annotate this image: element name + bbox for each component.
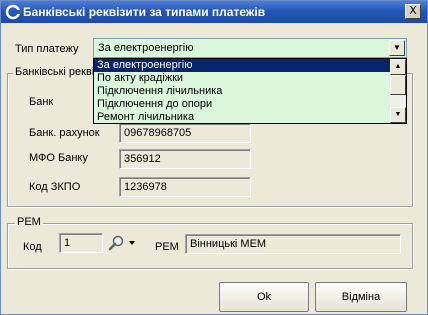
code-input[interactable]: 1 bbox=[59, 233, 103, 253]
chevron-down-icon[interactable] bbox=[128, 240, 136, 246]
window-title: Банківські реквізити за типами платежів bbox=[23, 5, 266, 19]
close-icon: X bbox=[409, 4, 417, 17]
mfo-label: МФО Банку bbox=[29, 152, 88, 164]
rem-name-field: Вінницькі МЕМ bbox=[185, 234, 401, 254]
rem-group-title: РЕМ bbox=[15, 216, 43, 228]
title-bar[interactable]: Банківські реквізити за типами платежів … bbox=[1, 1, 427, 23]
combo-dropdown-button[interactable]: ▼ bbox=[389, 40, 405, 56]
ok-button[interactable]: Ok bbox=[219, 282, 309, 312]
dropdown-option[interactable]: Ремонт лічильника bbox=[94, 111, 390, 123]
dialog-window: Банківські реквізити за типами платежів … bbox=[0, 0, 428, 315]
close-button[interactable]: X bbox=[405, 4, 421, 19]
app-icon bbox=[5, 4, 21, 20]
payment-type-combo[interactable]: За електроенергію ▼ bbox=[93, 38, 407, 58]
chevron-down-icon: ▼ bbox=[393, 43, 401, 52]
code-label: Код bbox=[23, 241, 42, 253]
payment-type-dropdown[interactable]: За електроенергію По акту крадіжки Підкл… bbox=[93, 58, 407, 124]
dropdown-scrollbar[interactable]: ▲ ▼ bbox=[390, 59, 406, 123]
scroll-up-button[interactable]: ▲ bbox=[390, 59, 406, 75]
dropdown-option[interactable]: Підключення лічильника bbox=[94, 85, 390, 98]
edrpou-label: Код ЗКПО bbox=[29, 181, 81, 193]
cancel-button[interactable]: Відміна bbox=[315, 282, 407, 312]
dropdown-option[interactable]: По акту крадіжки bbox=[94, 72, 390, 85]
edrpou-field: 1236978 bbox=[119, 177, 251, 197]
chevron-down-icon: ▼ bbox=[394, 111, 402, 118]
account-label: Банк. рахунок bbox=[29, 127, 100, 139]
search-icon[interactable] bbox=[107, 234, 125, 252]
bank-label: Банк bbox=[29, 96, 54, 108]
scroll-down-button[interactable]: ▼ bbox=[390, 107, 406, 123]
payment-type-value: За електроенергію bbox=[98, 42, 194, 54]
dropdown-option[interactable]: Підключення до опори bbox=[94, 98, 390, 111]
rem-label: РЕМ bbox=[155, 241, 179, 253]
account-field: 09678968705 bbox=[119, 123, 251, 143]
scrollbar-thumb[interactable] bbox=[390, 75, 406, 95]
mfo-field: 356912 bbox=[119, 149, 251, 169]
payment-type-label: Тип платежу bbox=[15, 43, 79, 55]
dropdown-option[interactable]: За електроенергію bbox=[94, 59, 390, 72]
chevron-up-icon: ▲ bbox=[394, 63, 402, 70]
